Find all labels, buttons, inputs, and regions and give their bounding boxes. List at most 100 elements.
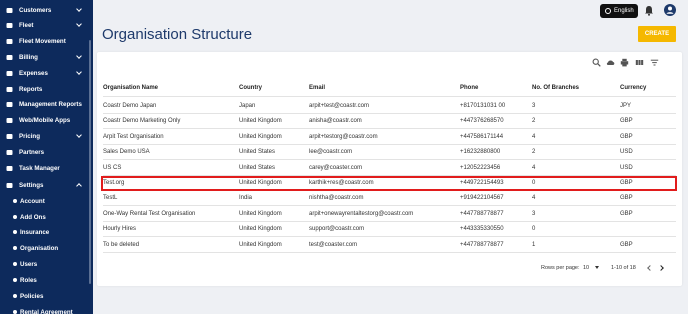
sidebar-item-label: Management Reports: [19, 100, 82, 108]
table-cell: 2: [532, 149, 536, 156]
column-header[interactable]: Email: [309, 85, 325, 91]
table-cell: 1: [532, 241, 536, 248]
car-icon: [6, 22, 13, 29]
table-row[interactable]: One-Way Rental Test Organisation United K…: [103, 207, 676, 222]
sidebar-item-label: Fleet: [19, 21, 34, 29]
previous-page-icon[interactable]: [647, 265, 653, 271]
gear-icon: [6, 182, 13, 189]
sidebar-item-partners[interactable]: Partners: [0, 144, 93, 160]
sidebar-subitem-account[interactable]: Account: [0, 193, 93, 209]
page-title: Organisation Structure: [102, 26, 253, 43]
table-cell: 3: [532, 210, 536, 217]
report-icon: [6, 101, 13, 108]
table-row[interactable]: Coastr Demo Japan Japan arpit+test@coastr.…: [103, 99, 676, 114]
table-row[interactable]: Arpit Test Organisation United Kingdom arp…: [103, 130, 676, 145]
sidebar-item-management-reports[interactable]: Management Reports: [0, 96, 93, 112]
tag-icon: [6, 133, 13, 140]
table-cell: GBP: [620, 210, 633, 217]
sidebar-item-reports[interactable]: Reports: [0, 81, 93, 97]
table-cell: 0: [532, 226, 536, 233]
table-cell: JPY: [620, 103, 632, 109]
filter-icon[interactable]: [650, 58, 659, 67]
sidebar-subitem-policies[interactable]: Policies: [0, 288, 93, 304]
sidebar-item-label: Customers: [19, 6, 52, 14]
sidebar-subitem-users[interactable]: Users: [0, 256, 93, 272]
table-cell: Coastr Demo Marketing Only: [103, 118, 181, 125]
table-row[interactable]: Coastr Demo Marketing Only United Kingdom…: [103, 114, 676, 130]
globe-icon: [6, 117, 13, 124]
create-button[interactable]: CREATE: [638, 26, 676, 42]
sidebar-item-fleet[interactable]: Fleet: [0, 17, 93, 33]
user-account-icon[interactable]: [664, 4, 676, 16]
table-cell: 0: [532, 180, 536, 186]
table-cell: United Kingdom: [239, 210, 282, 217]
table-row[interactable]: Test.org United Kingdom karthik+res@coastr…: [103, 176, 676, 191]
view-columns-icon[interactable]: [635, 58, 644, 67]
language-button[interactable]: English: [600, 4, 638, 18]
sidebar-subitem-roles[interactable]: Roles: [0, 272, 93, 288]
sidebar-subitem-label: Organisation: [20, 244, 59, 252]
print-icon[interactable]: [620, 58, 629, 67]
column-header[interactable]: Organisation Name: [103, 85, 158, 91]
sidebar-item-task-manager[interactable]: Task Manager: [0, 160, 93, 176]
cloud-download-icon[interactable]: [606, 58, 615, 67]
table-row[interactable]: US CS United States carey@coaster.com +1205…: [103, 161, 676, 176]
wallet-icon: [6, 54, 13, 61]
column-header[interactable]: Phone: [460, 85, 478, 91]
search-icon[interactable]: [592, 58, 601, 67]
sidebar-item-label: Expenses: [19, 69, 48, 77]
sidebar-subitem-insurance[interactable]: Insurance: [0, 224, 93, 240]
table-cell: test@coaster.com: [309, 241, 358, 248]
table-cell: GBP: [620, 195, 633, 202]
bullet-icon: [11, 245, 18, 252]
table-cell: United Kingdom: [239, 118, 282, 125]
column-header[interactable]: No. Of Branches: [532, 85, 579, 91]
sidebar-item-label: Pricing: [19, 132, 40, 140]
sidebar-item-label: Partners: [19, 148, 45, 156]
receipt-icon: [6, 70, 13, 77]
clipboard-icon: [6, 165, 13, 172]
sidebar-item-label: Fleet Movement: [19, 37, 66, 45]
table-row[interactable]: Hourly Hires United Kingdom support@coastr…: [103, 222, 676, 238]
column-header[interactable]: Country: [239, 85, 262, 91]
sidebar-subitem-rental-agreement[interactable]: Rental Agreement: [0, 304, 93, 314]
language-label: English: [614, 8, 634, 14]
table-cell: +12052223456: [460, 164, 501, 171]
table-row[interactable]: To be deleted United Kingdom test@coaster.…: [103, 238, 676, 253]
table-row[interactable]: Sales Demo USA United States lee@coastr.co…: [103, 145, 676, 161]
table-cell: United Kingdom: [239, 241, 282, 248]
table-cell: arpit+test@coastr.com: [309, 103, 369, 109]
column-header[interactable]: Currency: [620, 85, 646, 91]
bullet-icon: [11, 277, 18, 284]
table-cell: 4: [532, 164, 536, 171]
sidebar-subitem-label: Rental Agreement: [20, 308, 73, 314]
table-cell: Sales Demo USA: [103, 149, 150, 156]
bullet-icon: [11, 198, 18, 205]
organisation-table-card: Organisation Name Country Email Phone No. Of…: [97, 52, 682, 286]
pagination-range: 1-10 of 18: [611, 265, 636, 271]
table-cell: United Kingdom: [239, 226, 282, 233]
table-cell: GBP: [620, 180, 633, 186]
sidebar-item-pricing[interactable]: Pricing: [0, 128, 93, 144]
sidebar-subitem-organisation[interactable]: Organisation: [0, 240, 93, 256]
sidebar-item-fleet-movement[interactable]: Fleet Movement: [0, 33, 93, 49]
table-cell: India: [239, 195, 253, 202]
sidebar-item-web-mobile-apps[interactable]: Web/Mobile Apps: [0, 112, 93, 128]
next-page-icon[interactable]: [658, 265, 664, 271]
table-row[interactable]: TestL India nishtha@coastr.com +91942210456…: [103, 191, 676, 207]
bell-icon[interactable]: [644, 5, 654, 16]
sidebar-item-expenses[interactable]: Expenses: [0, 65, 93, 81]
sidebar-item-label: Task Manager: [19, 164, 60, 172]
sidebar-item-settings[interactable]: Settings: [0, 177, 93, 193]
sidebar-item-customers[interactable]: Customers: [0, 2, 93, 18]
table-cell: +443335330550: [460, 226, 504, 233]
table-cell: Japan: [239, 103, 256, 109]
sidebar-scrollbar[interactable]: [89, 40, 91, 284]
sidebar-item-billing[interactable]: Billing: [0, 49, 93, 65]
chevron-down-icon: [76, 53, 82, 59]
table-cell: karthik+res@coastr.com: [309, 180, 374, 186]
rows-per-page-select[interactable]: 10: [583, 265, 599, 271]
sidebar-subitem-add-ons[interactable]: Add Ons: [0, 209, 93, 225]
sidebar-item-label: Billing: [19, 53, 38, 61]
rows-per-page-value: 10: [583, 265, 590, 271]
